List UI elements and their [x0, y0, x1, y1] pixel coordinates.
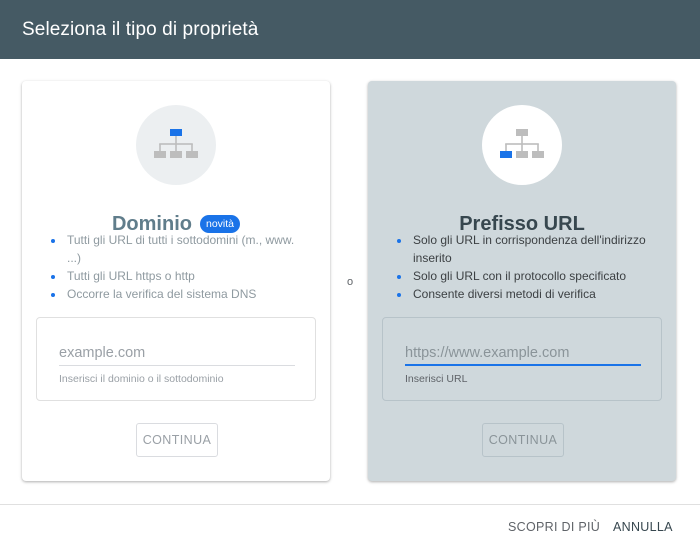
sitemap-icon: [482, 105, 562, 185]
dialog-title: Seleziona il tipo di proprietà: [22, 18, 259, 40]
feature-item: Solo gli URL in corrispondenza dell'indi…: [411, 231, 654, 267]
domain-card[interactable]: Dominio novità Tutti gli URL di tutti i …: [22, 81, 330, 481]
feature-item: Consente diversi metodi di verifica: [411, 285, 654, 303]
learn-more-button[interactable]: SCOPRI DI PIÙ: [508, 520, 600, 534]
feature-item: Tutti gli URL di tutti i sottodomini (m.…: [65, 231, 308, 267]
url-prefix-feature-list: Solo gli URL in corrispondenza dell'indi…: [390, 231, 654, 303]
or-separator: o: [346, 276, 354, 288]
domain-feature-list: Tutti gli URL di tutti i sottodomini (m.…: [44, 231, 308, 303]
url-prefix-card[interactable]: Prefisso URL Solo gli URL in corrisponde…: [368, 81, 676, 481]
domain-continue-button[interactable]: CONTINUA: [136, 423, 218, 457]
url-input-hint: Inserisci URL: [405, 373, 468, 385]
url-input[interactable]: https://www.example.com: [405, 340, 641, 366]
domain-input-hint: Inserisci il dominio o il sottodominio: [59, 373, 224, 385]
cancel-button[interactable]: ANNULLA: [613, 520, 673, 534]
domain-input[interactable]: example.com: [59, 340, 295, 366]
dialog-footer: SCOPRI DI PIÙ ANNULLA: [0, 504, 700, 551]
domain-input-container: example.com Inserisci il dominio o il so…: [36, 317, 316, 401]
sitemap-icon: [136, 105, 216, 185]
url-prefix-continue-button[interactable]: CONTINUA: [482, 423, 564, 457]
url-input-container: https://www.example.com Inserisci URL: [382, 317, 662, 401]
dialog-header: Seleziona il tipo di proprietà: [0, 0, 700, 59]
feature-item: Solo gli URL con il protocollo specifica…: [411, 267, 654, 285]
feature-item: Occorre la verifica del sistema DNS: [65, 285, 308, 303]
dialog-body: Dominio novità Tutti gli URL di tutti i …: [0, 59, 700, 504]
feature-item: Tutti gli URL https o http: [65, 267, 308, 285]
